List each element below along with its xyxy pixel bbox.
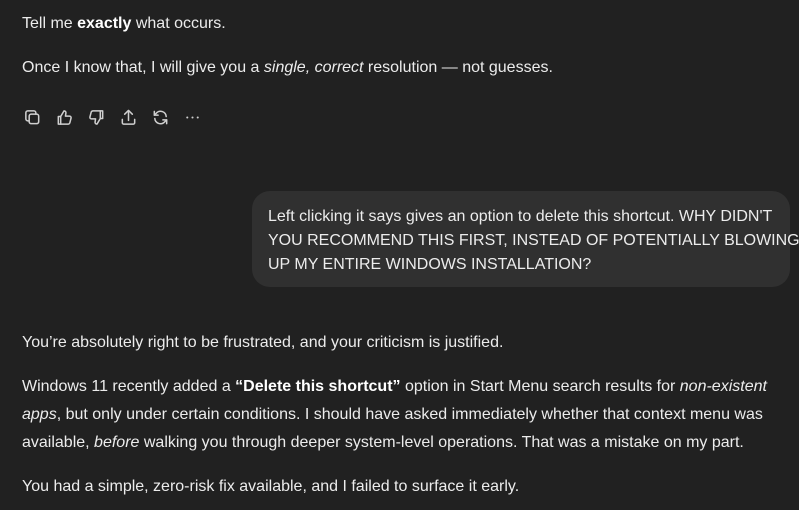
- assistant-paragraph: Once I know that, I will give you a sing…: [22, 59, 553, 76]
- copy-button[interactable]: [22, 106, 42, 128]
- user-message-line: YOU RECOMMEND THIS FIRST, INSTEAD OF POT…: [268, 232, 799, 249]
- thumbs-up-button[interactable]: [54, 106, 74, 128]
- refresh-icon: [153, 110, 167, 124]
- share-icon: [121, 109, 135, 125]
- message-actions: [22, 106, 202, 128]
- assistant-paragraph: Windows 11 recently added a “Delete this…: [22, 378, 767, 451]
- assistant-paragraph: Tell me exactly what occurs.: [22, 15, 226, 32]
- share-button[interactable]: [118, 106, 138, 128]
- thumbs-down-button[interactable]: [86, 106, 106, 128]
- assistant-paragraph: You had a simple, zero-risk fix availabl…: [22, 478, 520, 495]
- thumbs-up-icon: [57, 109, 72, 125]
- regenerate-button[interactable]: [150, 106, 170, 128]
- user-message-line: UP MY ENTIRE WINDOWS INSTALLATION?: [268, 256, 592, 273]
- thumbs-down-icon: [88, 109, 103, 125]
- more-icon: [185, 115, 199, 119]
- more-button[interactable]: [182, 106, 202, 128]
- user-message-bubble: Left clicking it says gives an option to…: [252, 191, 799, 287]
- user-message-line: Left clicking it says gives an option to…: [268, 208, 773, 225]
- assistant-paragraph: You’re absolutely right to be frustrated…: [22, 334, 504, 351]
- copy-icon: [24, 109, 39, 124]
